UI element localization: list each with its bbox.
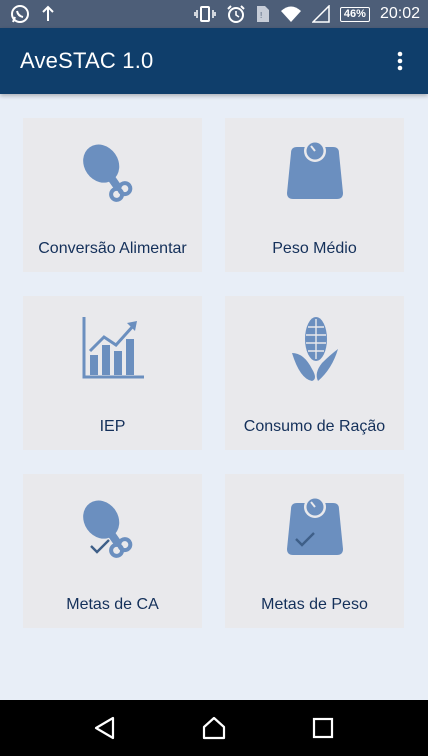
status-left [10, 4, 56, 24]
tile-consumo-de-racao[interactable]: Consumo de Ração [225, 296, 404, 450]
drumstick-icon [73, 130, 153, 210]
tile-label: Conversão Alimentar [38, 240, 187, 257]
sim-icon: ! [256, 5, 270, 23]
alarm-icon [226, 4, 246, 24]
back-button[interactable] [80, 703, 130, 753]
status-bar: ! 46% 20:02 [0, 0, 428, 28]
clock: 20:02 [379, 5, 420, 22]
tile-conversao-alimentar[interactable]: Conversão Alimentar [23, 118, 202, 272]
more-options-button[interactable] [388, 41, 412, 81]
signal-icon [311, 5, 330, 23]
vibrate-icon [194, 5, 216, 23]
tile-label: Metas de CA [66, 596, 159, 613]
navigation-bar [0, 700, 428, 756]
svg-text:!: ! [260, 11, 262, 20]
upload-icon [40, 5, 56, 23]
wifi-icon [280, 5, 302, 23]
tile-label: Metas de Peso [261, 596, 368, 613]
tile-metas-de-ca[interactable]: Metas de CA [23, 474, 202, 628]
menu-grid: Conversão Alimentar Peso Médio IEP Consu… [23, 118, 405, 628]
tile-iep[interactable]: IEP [23, 296, 202, 450]
home-icon [202, 716, 226, 740]
tile-label: Consumo de Ração [243, 418, 386, 435]
scale-icon [275, 130, 355, 210]
recents-icon [313, 717, 334, 739]
app-title: AveSTAC 1.0 [20, 48, 154, 73]
app-bar: AveSTAC 1.0 [0, 28, 428, 94]
corn-icon [275, 308, 355, 388]
tile-label: IEP [99, 418, 126, 435]
tile-metas-de-peso[interactable]: Metas de Peso [225, 474, 404, 628]
back-icon [94, 716, 114, 740]
tile-label: Peso Médio [272, 240, 357, 257]
recents-button[interactable] [298, 703, 348, 753]
drumstick-check-icon [73, 486, 153, 566]
bar-chart-icon [73, 308, 153, 388]
app-screen: ! 46% 20:02 AveSTAC 1.0 Conversão Alimen… [0, 0, 428, 756]
home-button[interactable] [189, 703, 239, 753]
scale-check-icon [275, 486, 355, 566]
more-vert-icon [397, 51, 403, 71]
status-right: ! 46% 20:02 [194, 4, 420, 24]
tile-peso-medio[interactable]: Peso Médio [225, 118, 404, 272]
whatsapp-icon [10, 4, 30, 24]
battery-icon: 46% [339, 6, 370, 22]
